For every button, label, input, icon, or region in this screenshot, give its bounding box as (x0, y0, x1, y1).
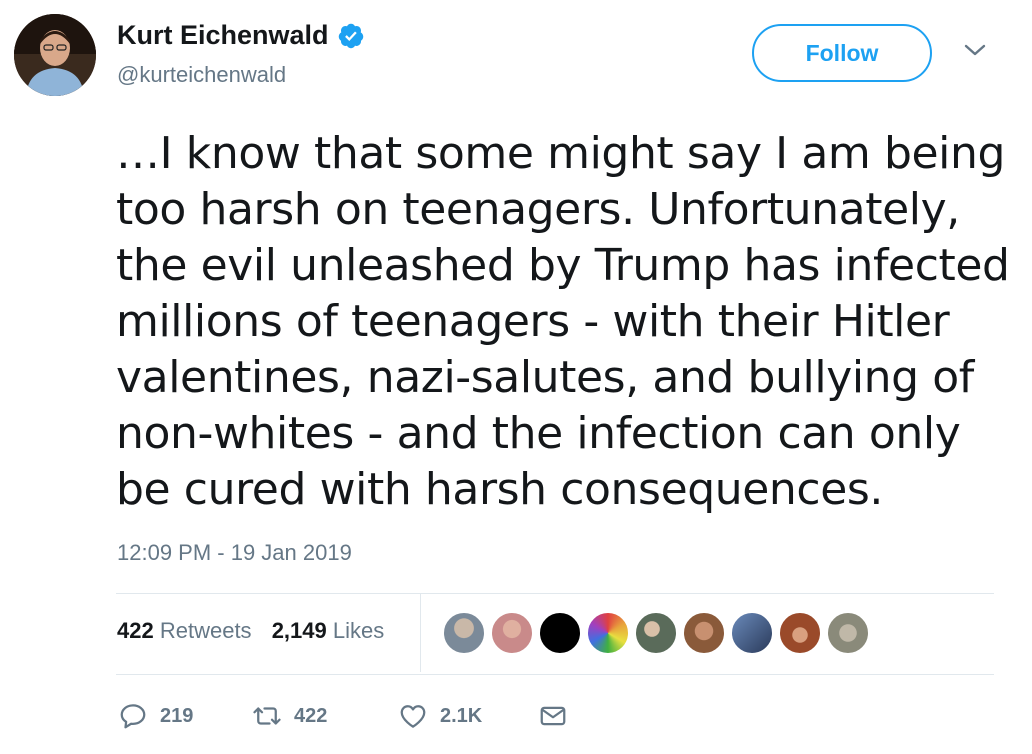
liker-avatar-2[interactable] (490, 611, 534, 655)
avatar[interactable] (14, 14, 96, 96)
like-button[interactable]: 2.1K (398, 701, 538, 731)
tweet-actions: 219 422 2.1K (118, 698, 568, 734)
liker-avatar-3[interactable] (538, 611, 582, 655)
liker-avatar-7[interactable] (730, 611, 774, 655)
user-name-row[interactable]: Kurt Eichenwald (117, 20, 365, 51)
user-name[interactable]: Kurt Eichenwald (117, 20, 329, 51)
divider (420, 594, 421, 672)
likes-stat[interactable]: 2,149 Likes (272, 618, 385, 643)
retweet-icon (253, 707, 281, 725)
heart-icon (400, 705, 426, 728)
like-count: 2.1K (440, 704, 483, 727)
liker-avatar-1[interactable] (442, 611, 486, 655)
tweet-timestamp[interactable]: 12:09 PM - 19 Jan 2019 (117, 540, 352, 566)
tweet-stats: 422 Retweets 2,149 Likes (117, 618, 398, 644)
verified-badge-icon (337, 22, 365, 50)
envelope-icon (540, 706, 566, 726)
reply-icon (120, 704, 146, 729)
liker-avatar-5[interactable] (634, 611, 678, 655)
retweets-stat[interactable]: 422 Retweets (117, 618, 252, 643)
divider (116, 593, 994, 594)
chevron-down-icon[interactable] (962, 40, 988, 60)
user-handle[interactable]: @kurteichenwald (117, 62, 286, 88)
reply-button[interactable]: 219 (118, 701, 252, 731)
likers-avatars (442, 611, 874, 655)
follow-button[interactable]: Follow (752, 24, 932, 82)
divider (116, 674, 994, 675)
reply-count: 219 (160, 704, 194, 727)
liker-avatar-6[interactable] (682, 611, 726, 655)
liker-avatar-4[interactable] (586, 611, 630, 655)
liker-avatar-8[interactable] (778, 611, 822, 655)
tweet-text: …I know that some might say I am being t… (116, 128, 1010, 515)
retweet-count: 422 (294, 704, 328, 727)
direct-message-button[interactable] (538, 701, 568, 731)
liker-avatar-9[interactable] (826, 611, 870, 655)
retweet-button[interactable]: 422 (252, 701, 398, 731)
